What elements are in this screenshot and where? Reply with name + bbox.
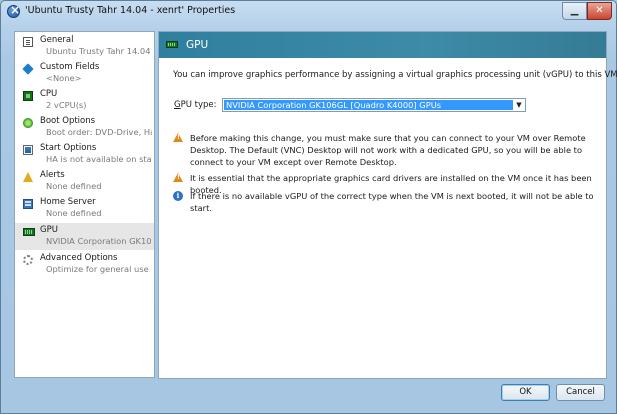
- gpu-type-label: GPU type:: [174, 100, 217, 110]
- sidebar-item-home-server[interactable]: Home Server None defined: [15, 195, 154, 222]
- sidebar-item-label: Home Server: [40, 197, 96, 207]
- sidebar-item-sub: 2 vCPU(s): [46, 100, 87, 110]
- gear-icon: [23, 255, 33, 265]
- cpu-icon: [23, 91, 33, 101]
- remote-desktop-warning: Before making this change, you must make…: [173, 132, 593, 170]
- sidebar-item-advanced-options[interactable]: Advanced Options Optimize for general us…: [15, 251, 154, 278]
- gpu-icon: [23, 228, 35, 236]
- sidebar-item-label: Custom Fields: [40, 62, 100, 72]
- xencenter-app-icon: [7, 3, 20, 18]
- tag-icon: [22, 63, 34, 75]
- sidebar-item-sub: Optimize for general use: [46, 264, 149, 274]
- sidebar-item-label: Start Options: [40, 143, 97, 153]
- general-icon: [23, 37, 33, 47]
- boot-icon: [23, 118, 33, 128]
- sidebar-item-cpu[interactable]: CPU 2 vCPU(s): [15, 87, 154, 114]
- warning-text: Before making this change, you must make…: [190, 133, 586, 167]
- sidebar-item-general[interactable]: General Ubuntu Trusty Tahr 14.04 - ...: [15, 33, 154, 60]
- settings-sidebar: General Ubuntu Trusty Tahr 14.04 - ... C…: [14, 31, 155, 378]
- start-options-icon: [23, 145, 33, 155]
- info-icon: i: [173, 191, 183, 201]
- sidebar-item-label: CPU: [40, 89, 58, 99]
- close-button[interactable]: ✕: [587, 2, 612, 20]
- window-title: 'Ubuntu Trusty Tahr 14.04 - xenrt' Prope…: [25, 5, 236, 16]
- page-title: GPU: [186, 39, 209, 51]
- sidebar-item-label: General: [40, 35, 74, 45]
- info-text: If there is no available vGPU of the cor…: [190, 191, 594, 213]
- sidebar-item-label: Advanced Options: [40, 253, 118, 263]
- sidebar-item-sub: None defined: [46, 208, 102, 218]
- server-icon: [23, 199, 33, 209]
- sidebar-item-sub: HA is not available on stan...: [46, 154, 152, 164]
- title-bar[interactable]: 'Ubuntu Trusty Tahr 14.04 - xenrt' Prope…: [1, 1, 616, 23]
- warning-icon: [173, 133, 183, 142]
- minimize-button[interactable]: ▁: [562, 2, 587, 20]
- ok-button[interactable]: OK: [501, 384, 550, 401]
- gpu-icon: [166, 41, 178, 48]
- cancel-button[interactable]: Cancel: [556, 384, 605, 401]
- warning-icon: [173, 173, 183, 182]
- sidebar-item-sub: <None>: [46, 73, 82, 83]
- sidebar-item-start-options[interactable]: Start Options HA is not available on sta…: [15, 141, 154, 168]
- gpu-intro-text: You can improve graphics performance by …: [173, 70, 617, 80]
- gpu-type-label-text: PU type:: [180, 100, 217, 110]
- gpu-type-label-accelerator: G: [174, 100, 181, 110]
- panel-header: GPU: [159, 32, 606, 58]
- sidebar-item-sub: Ubuntu Trusty Tahr 14.04 - ...: [46, 46, 152, 56]
- properties-dialog: 'Ubuntu Trusty Tahr 14.04 - xenrt' Prope…: [0, 0, 617, 414]
- sidebar-item-label: GPU: [40, 225, 58, 235]
- sidebar-item-custom-fields[interactable]: Custom Fields <None>: [15, 60, 154, 87]
- gpu-type-selected-value: NVIDIA Corporation GK106GL [Quadro K4000…: [224, 100, 513, 110]
- sidebar-item-label: Alerts: [40, 170, 65, 180]
- chevron-down-icon[interactable]: ▼: [513, 99, 525, 111]
- sidebar-item-gpu[interactable]: GPU NVIDIA Corporation GK106...: [15, 223, 154, 250]
- gpu-settings-panel: GPU You can improve graphics performance…: [158, 31, 617, 379]
- gpu-type-dropdown[interactable]: NVIDIA Corporation GK106GL [Quadro K4000…: [222, 98, 526, 112]
- drivers-warning: It is essential that the appropriate gra…: [173, 172, 593, 195]
- sidebar-item-sub: NVIDIA Corporation GK106...: [46, 236, 152, 246]
- vgpu-availability-info: i If there is no available vGPU of the c…: [173, 190, 594, 213]
- sidebar-item-label: Boot Options: [40, 116, 96, 126]
- sidebar-item-alerts[interactable]: Alerts None defined: [15, 168, 154, 195]
- sidebar-item-boot-options[interactable]: Boot Options Boot order: DVD-Drive, Har.…: [15, 114, 154, 141]
- alert-icon: [23, 172, 33, 182]
- sidebar-item-sub: None defined: [46, 181, 102, 191]
- sidebar-item-sub: Boot order: DVD-Drive, Har...: [46, 127, 152, 137]
